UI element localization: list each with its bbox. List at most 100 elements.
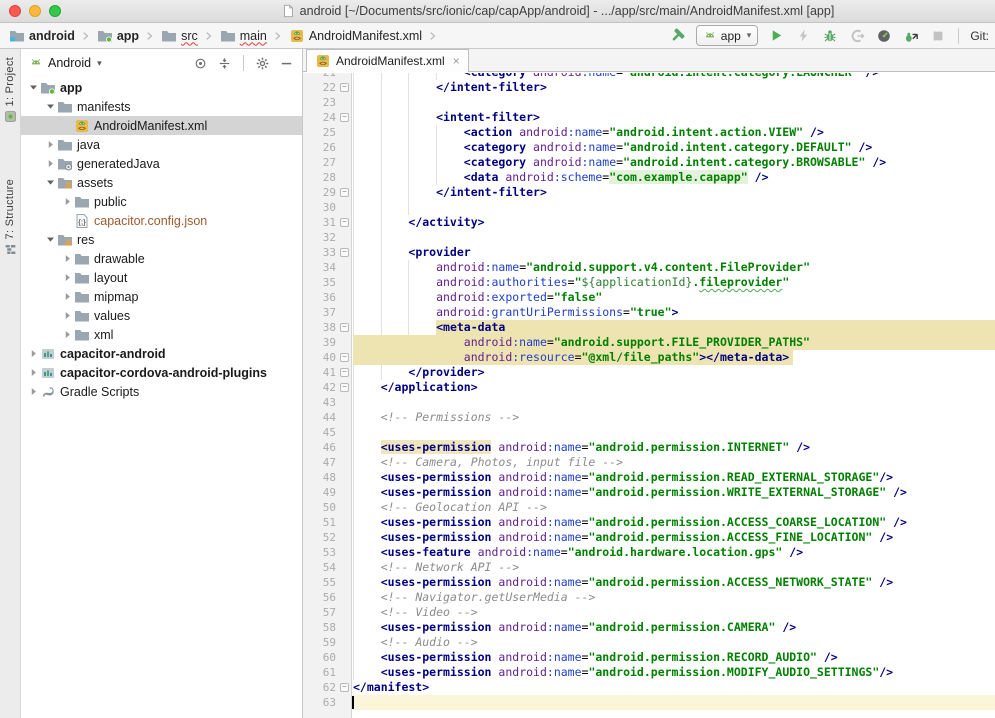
editor-tab-androidmanifest[interactable]: <> AndroidManifest.xml × xyxy=(306,49,469,72)
fold-marker-icon[interactable]: − xyxy=(340,83,349,92)
tool-window-button-project[interactable]: 1: Project xyxy=(0,57,20,123)
collapsed-arrow-icon[interactable] xyxy=(27,367,40,378)
code-line-32[interactable]: 32 xyxy=(303,230,995,245)
tree-row-public[interactable]: public xyxy=(21,192,302,211)
code-line-34[interactable]: android:name="android.support.v4.content… xyxy=(303,260,995,275)
debug-button[interactable] xyxy=(821,27,839,45)
collapse-icon-button[interactable] xyxy=(217,56,232,71)
code-line-42[interactable]: </application>42− xyxy=(303,380,995,395)
tree-row-res[interactable]: res xyxy=(21,230,302,249)
collapsed-arrow-icon[interactable] xyxy=(61,310,74,321)
code-line-44[interactable]: <!-- Permissions -->44 xyxy=(303,410,995,425)
tree-row-gradle-scripts[interactable]: Gradle Scripts xyxy=(21,382,302,401)
expanded-arrow-icon[interactable] xyxy=(27,82,40,93)
code-line-36[interactable]: android:exported="false"36 xyxy=(303,290,995,305)
collapsed-arrow-icon[interactable] xyxy=(61,272,74,283)
code-line-59[interactable]: <!-- Audio -->59 xyxy=(303,635,995,650)
fold-marker-icon[interactable]: − xyxy=(340,383,349,392)
target-icon-button[interactable] xyxy=(193,56,208,71)
code-line-27[interactable]: <category android:name="android.intent.c… xyxy=(303,155,995,170)
collapsed-arrow-icon[interactable] xyxy=(27,386,40,397)
code-line-26[interactable]: <category android:name="android.intent.c… xyxy=(303,140,995,155)
code-line-37[interactable]: android:grantUriPermissions="true">37 xyxy=(303,305,995,320)
tree-row-manifests[interactable]: manifests xyxy=(21,97,302,116)
code-line-58[interactable]: <uses-permission android:name="android.p… xyxy=(303,620,995,635)
tree-row-assets[interactable]: assets xyxy=(21,173,302,192)
tree-row-capacitor-cordova-android-plugins[interactable]: capacitor-cordova-android-plugins xyxy=(21,363,302,382)
code-line-45[interactable]: 45 xyxy=(303,425,995,440)
code-line-22[interactable]: </intent-filter>22− xyxy=(303,80,995,95)
code-line-57[interactable]: <!-- Video -->57 xyxy=(303,605,995,620)
tree-row-app[interactable]: app xyxy=(21,78,302,97)
close-window-button[interactable] xyxy=(9,5,21,17)
collapsed-arrow-icon[interactable] xyxy=(61,196,74,207)
collapsed-arrow-icon[interactable] xyxy=(61,291,74,302)
fold-marker-icon[interactable]: − xyxy=(340,368,349,377)
fold-marker-icon[interactable]: − xyxy=(340,323,349,332)
expanded-arrow-icon[interactable] xyxy=(44,101,57,112)
code-line-53[interactable]: <uses-feature android:name="android.hard… xyxy=(303,545,995,560)
code-line-50[interactable]: <!-- Geolocation API -->50 xyxy=(303,500,995,515)
tool-window-button-structure[interactable]: 7: Structure xyxy=(0,179,20,256)
code-line-60[interactable]: <uses-permission android:name="android.p… xyxy=(303,650,995,665)
tree-row-capacitor-android[interactable]: capacitor-android xyxy=(21,344,302,363)
code-line-55[interactable]: <uses-permission android:name="android.p… xyxy=(303,575,995,590)
tree-row-mipmap[interactable]: mipmap xyxy=(21,287,302,306)
code-line-35[interactable]: android:authorities="${applicationId}.fi… xyxy=(303,275,995,290)
code-line-29[interactable]: </intent-filter>29− xyxy=(303,185,995,200)
tree-row-java[interactable]: java xyxy=(21,135,302,154)
code-line-61[interactable]: <uses-permission android:name="android.p… xyxy=(303,665,995,680)
code-line-62[interactable]: </manifest>62− xyxy=(303,680,995,695)
code-editor[interactable]: <category android:name="android.intent.c… xyxy=(303,73,995,718)
code-line-33[interactable]: <provider33− xyxy=(303,245,995,260)
breadcrumb-item-src[interactable]: src xyxy=(159,27,200,45)
project-view-selector[interactable]: Android xyxy=(48,56,91,70)
breadcrumb-item-android[interactable]: android xyxy=(7,27,77,45)
code-line-41[interactable]: </provider>41− xyxy=(303,365,995,380)
collapsed-arrow-icon[interactable] xyxy=(27,348,40,359)
fold-marker-icon[interactable]: − xyxy=(340,218,349,227)
tree-row-capacitor-config-json[interactable]: {;}capacitor.config.json xyxy=(21,211,302,230)
code-line-51[interactable]: <uses-permission android:name="android.p… xyxy=(303,515,995,530)
build-button[interactable] xyxy=(669,27,687,45)
code-line-46[interactable]: <uses-permission android:name="android.p… xyxy=(303,440,995,455)
tree-row-generatedjava[interactable]: generatedJava xyxy=(21,154,302,173)
code-line-31[interactable]: </activity>31− xyxy=(303,215,995,230)
run-configuration-selector[interactable]: app ▾ xyxy=(696,25,759,46)
fold-marker-icon[interactable]: − xyxy=(340,188,349,197)
tree-row-drawable[interactable]: drawable xyxy=(21,249,302,268)
collapsed-arrow-icon[interactable] xyxy=(44,158,57,169)
code-line-28[interactable]: <data android:scheme="com.example.capapp… xyxy=(303,170,995,185)
close-tab-icon[interactable]: × xyxy=(453,54,460,68)
code-line-39[interactable]: android:name="android.support.FILE_PROVI… xyxy=(303,335,995,350)
code-line-47[interactable]: <!-- Camera, Photos, input file -->47 xyxy=(303,455,995,470)
attach-debugger-button[interactable] xyxy=(902,27,920,45)
code-line-63[interactable]: 63 xyxy=(303,695,995,710)
collapsed-arrow-icon[interactable] xyxy=(61,253,74,264)
code-line-52[interactable]: <uses-permission android:name="android.p… xyxy=(303,530,995,545)
code-line-23[interactable]: 23 xyxy=(303,95,995,110)
fold-marker-icon[interactable]: − xyxy=(340,683,349,692)
fold-marker-icon[interactable]: − xyxy=(340,248,349,257)
fold-marker-icon[interactable]: − xyxy=(340,113,349,122)
profile-button[interactable] xyxy=(875,27,893,45)
code-line-21[interactable]: <category android:name="android.intent.c… xyxy=(303,73,995,80)
collapsed-arrow-icon[interactable] xyxy=(44,139,57,150)
code-line-56[interactable]: <!-- Navigator.getUserMedia -->56 xyxy=(303,590,995,605)
code-line-24[interactable]: <intent-filter>24− xyxy=(303,110,995,125)
gear-icon-button[interactable] xyxy=(255,56,270,71)
breadcrumb-item-main[interactable]: main xyxy=(218,27,269,45)
code-line-25[interactable]: <action android:name="android.intent.act… xyxy=(303,125,995,140)
code-line-48[interactable]: <uses-permission android:name="android.p… xyxy=(303,470,995,485)
expanded-arrow-icon[interactable] xyxy=(44,177,57,188)
code-line-38[interactable]: <meta-data38− xyxy=(303,320,995,335)
tree-row-xml[interactable]: xml xyxy=(21,325,302,344)
zoom-window-button[interactable] xyxy=(49,5,61,17)
tree-row-layout[interactable]: layout xyxy=(21,268,302,287)
expanded-arrow-icon[interactable] xyxy=(44,234,57,245)
code-line-40[interactable]: android:resource="@xml/file_paths"></met… xyxy=(303,350,995,365)
tree-row-androidmanifest-xml[interactable]: <>AndroidManifest.xml xyxy=(21,116,302,135)
minimize-window-button[interactable] xyxy=(29,5,41,17)
minus-icon-button[interactable] xyxy=(279,56,294,71)
git-status-label[interactable]: Git: xyxy=(970,29,989,43)
